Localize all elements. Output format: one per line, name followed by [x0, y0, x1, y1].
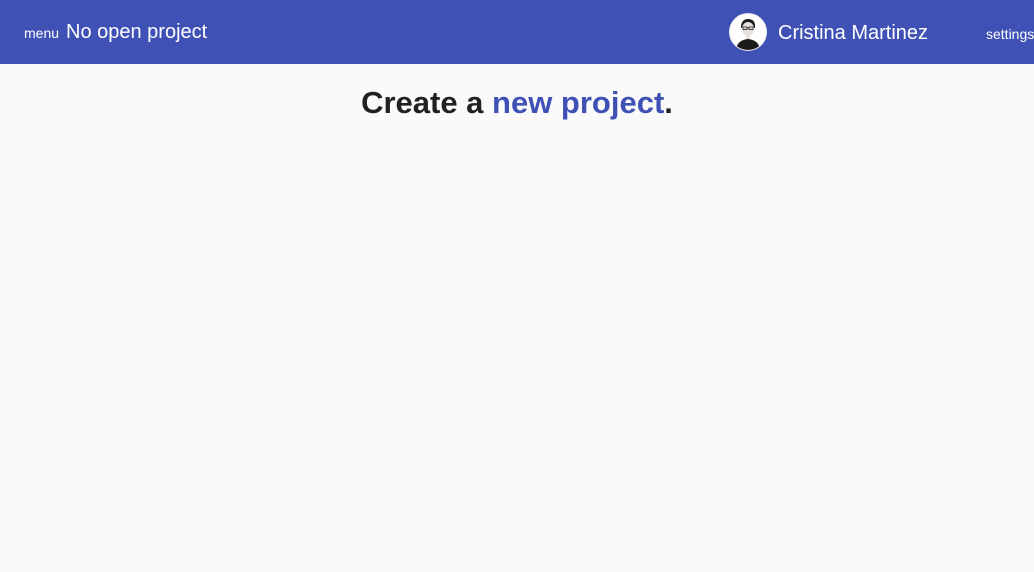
create-project-headline: Create a new project.	[0, 84, 1034, 122]
user-name[interactable]: Cristina Martinez	[778, 21, 928, 45]
project-title: No open project	[66, 21, 208, 43]
new-project-link[interactable]: new project	[492, 85, 664, 120]
headline-prefix: Create a	[361, 85, 493, 120]
user-avatar-icon[interactable]	[729, 13, 767, 51]
settings-button[interactable]: settings	[986, 25, 1034, 43]
app-header: menu No open project Cristina Martinez s…	[0, 0, 1034, 64]
menu-button[interactable]: menu	[24, 24, 59, 42]
headline-suffix: .	[664, 85, 673, 120]
